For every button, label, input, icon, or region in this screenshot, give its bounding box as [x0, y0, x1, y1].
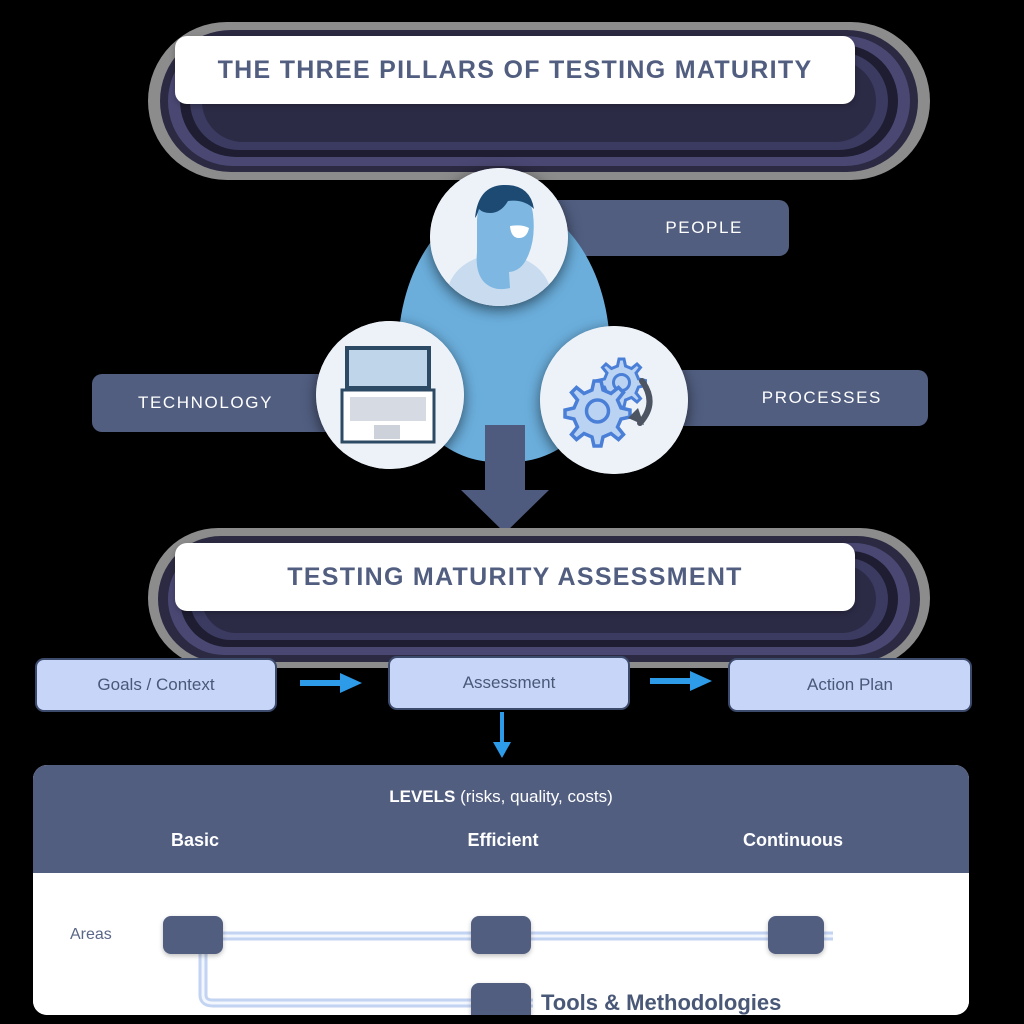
gears-illustration: [540, 326, 688, 474]
tools-node[interactable]: [471, 983, 531, 1015]
assessment-banner-title: TESTING MATURITY ASSESSMENT: [287, 562, 743, 591]
areas-label: Areas: [70, 926, 112, 943]
levels-header-title: LEVELS (risks, quality, costs): [33, 787, 969, 807]
top-banner-card: THE THREE PILLARS OF TESTING MATURITY: [175, 36, 855, 104]
level-label-basic: Basic: [170, 830, 220, 850]
top-banner-title: THE THREE PILLARS OF TESTING MATURITY: [217, 55, 813, 84]
area-node-efficient[interactable]: [471, 916, 531, 954]
levels-header-title-bold: LEVELS: [389, 787, 456, 806]
pillar-label-technology: TECHNOLOGY: [138, 393, 274, 412]
person-icon: [430, 168, 568, 306]
level-label-continuous: Continuous: [743, 830, 843, 850]
levels-panel-header: LEVELS (risks, quality, costs) Basic Eff…: [33, 765, 969, 873]
flow-step-label: Goals / Context: [97, 675, 215, 694]
flow-step-label: Action Plan: [807, 675, 893, 694]
assessment-banner-card: TESTING MATURITY ASSESSMENT: [175, 543, 855, 611]
flow-step-goals-context[interactable]: Goals / Context: [35, 658, 277, 712]
right-arrow-icon-1: [300, 672, 362, 694]
flow-step-label: Assessment: [462, 673, 556, 692]
laptop-icon: [316, 321, 464, 469]
flow-step-action-plan[interactable]: Action Plan: [728, 658, 972, 712]
levels-header-title-rest: (risks, quality, costs): [455, 787, 613, 806]
gears-icon: [540, 326, 688, 474]
person-avatar-illustration: [430, 168, 568, 306]
area-node-basic[interactable]: [163, 916, 223, 954]
down-arrow-icon: [455, 425, 555, 535]
level-label-efficient: Efficient: [467, 830, 539, 850]
pillar-label-processes: PROCESSES: [761, 388, 882, 407]
down-arrow-thin-icon: [490, 712, 514, 758]
right-arrow-icon-2: [650, 670, 712, 692]
levels-panel: LEVELS (risks, quality, costs) Basic Eff…: [33, 765, 969, 1015]
tools-methodologies-label: Tools & Methodologies: [541, 990, 782, 1015]
diagram-canvas: THE THREE PILLARS OF TESTING MATURITY PE…: [0, 0, 1024, 1024]
levels-panel-body: Areas Tools & Methodologies: [33, 873, 969, 1015]
area-node-continuous[interactable]: [768, 916, 824, 954]
laptop-illustration: [316, 321, 464, 469]
pillar-label-people: PEOPLE: [665, 218, 743, 237]
flow-step-assessment[interactable]: Assessment: [388, 656, 630, 710]
